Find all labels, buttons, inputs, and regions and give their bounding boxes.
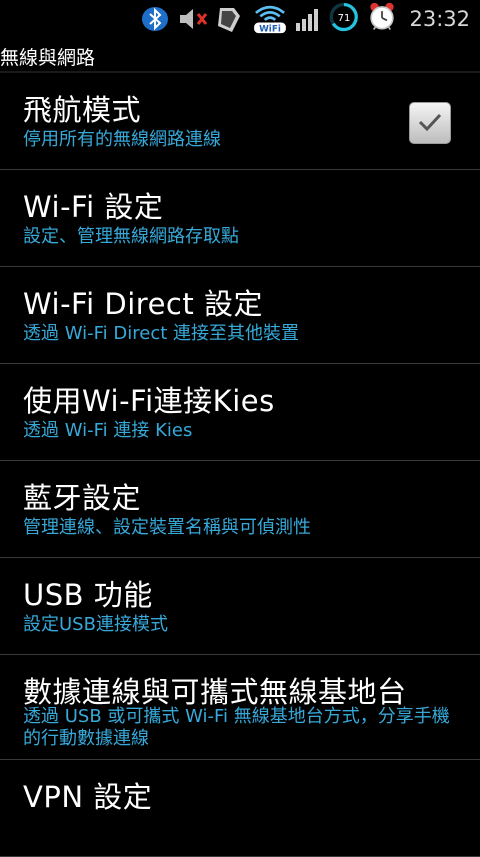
item-title: 使用Wi-Fi連接Kies — [23, 384, 275, 418]
item-title: 飛航模式 — [23, 93, 142, 127]
clock: 23:32 — [409, 7, 470, 31]
checkmark-icon — [418, 113, 442, 132]
item-subtitle: 停用所有的無線網路連線 — [23, 129, 221, 150]
item-title: 數據連線與可攜式無線基地台 — [23, 675, 407, 709]
wifi-settings-item[interactable]: Wi-Fi 設定 設定、管理無線網路存取點 — [0, 170, 480, 267]
svg-text:WiFi: WiFi — [259, 24, 281, 34]
item-subtitle: 透過 Wi-Fi 連接 Kies — [23, 420, 193, 441]
airplane-mode-checkbox[interactable] — [409, 102, 451, 144]
item-title: USB 功能 — [23, 578, 153, 612]
item-subtitle: 設定、管理無線網路存取點 — [23, 226, 239, 247]
kies-via-wifi-item[interactable]: 使用Wi-Fi連接Kies 透過 Wi-Fi 連接 Kies — [0, 364, 480, 461]
vpn-settings-item[interactable]: VPN 設定 — [0, 760, 480, 857]
item-subtitle: 設定USB連接模式 — [23, 614, 168, 635]
bluetooth-icon — [142, 7, 168, 31]
signal-icon — [296, 9, 318, 31]
svg-text:71: 71 — [338, 13, 351, 24]
item-title: Wi-Fi 設定 — [23, 190, 164, 224]
settings-list: 飛航模式 停用所有的無線網路連線 Wi-Fi 設定 設定、管理無線網路存取點 W… — [0, 73, 480, 857]
page-title: 無線與網路 — [0, 47, 96, 69]
tethering-hotspot-item[interactable]: 數據連線與可攜式無線基地台 透過 USB 或可攜式 Wi-Fi 無線基地台方式，… — [0, 655, 480, 760]
battery-icon: 71 — [329, 2, 358, 32]
wifi-icon: WiFi — [254, 5, 286, 34]
mute-icon — [180, 9, 208, 29]
item-subtitle: 透過 USB 或可攜式 Wi-Fi 無線基地台方式，分享手機的行動數據連線 — [23, 706, 450, 749]
item-subtitle: 管理連線、設定裝置名稱與可偵測性 — [23, 517, 311, 538]
alarm-icon — [370, 2, 394, 31]
item-title: VPN 設定 — [23, 780, 153, 814]
sd-card-icon — [218, 8, 240, 32]
item-subtitle: 透過 Wi-Fi Direct 連接至其他裝置 — [23, 323, 300, 344]
usb-function-item[interactable]: USB 功能 設定USB連接模式 — [0, 558, 480, 655]
bluetooth-settings-item[interactable]: 藍牙設定 管理連線、設定裝置名稱與可偵測性 — [0, 461, 480, 558]
item-title: Wi-Fi Direct 設定 — [23, 287, 263, 321]
status-bar: WiFi 71 23:32 — [0, 0, 480, 38]
airplane-mode-item[interactable]: 飛航模式 停用所有的無線網路連線 — [0, 73, 480, 170]
wifi-direct-settings-item[interactable]: Wi-Fi Direct 設定 透過 Wi-Fi Direct 連接至其他裝置 — [0, 267, 480, 364]
item-title: 藍牙設定 — [23, 481, 142, 515]
